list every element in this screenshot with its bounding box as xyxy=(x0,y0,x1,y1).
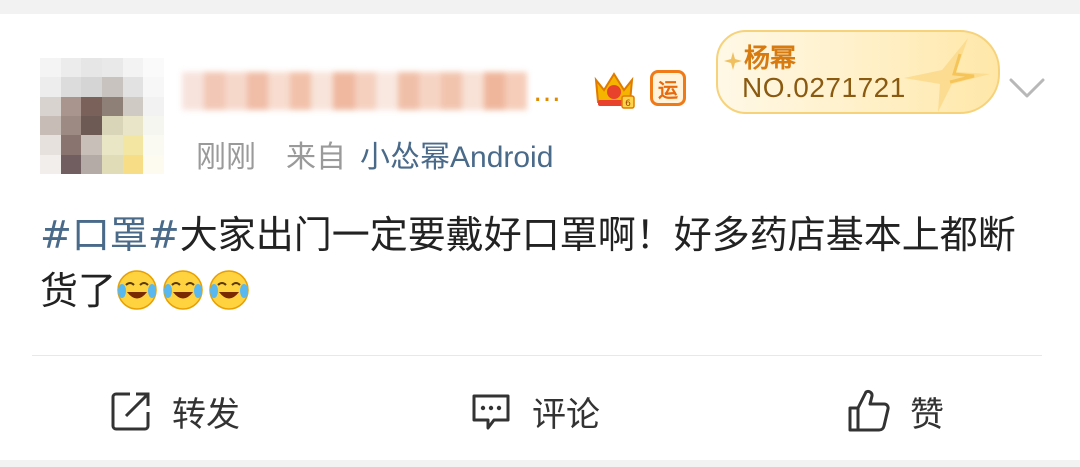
repost-button[interactable]: 转发 xyxy=(108,384,240,438)
star-icon xyxy=(904,38,990,112)
post-meta: 刚刚 来自 小怂幂Android xyxy=(196,132,553,176)
laugh-cry-emoji xyxy=(209,270,249,310)
post-body: #口罩#大家出门一定要戴好口罩啊！好多药店基本上都断货了 xyxy=(40,207,1050,319)
like-button[interactable]: 赞 xyxy=(846,384,944,438)
timestamp: 刚刚 xyxy=(196,140,256,175)
top-separator xyxy=(0,0,1080,14)
chevron-down-icon[interactable] xyxy=(1008,74,1046,102)
crown-icon[interactable]: 6 xyxy=(590,66,638,110)
username-redacted xyxy=(182,72,527,110)
bottom-separator xyxy=(0,460,1080,467)
source-prefix: 来自 xyxy=(286,140,346,175)
repost-icon xyxy=(111,392,150,431)
comment-label: 评论 xyxy=(532,394,600,435)
fan-badge-name: 杨幂 xyxy=(744,44,797,74)
repost-label: 转发 xyxy=(172,394,240,435)
topic-link[interactable]: #口罩# xyxy=(40,213,180,257)
comment-icon xyxy=(472,394,510,430)
avatar[interactable] xyxy=(40,58,164,174)
like-label: 赞 xyxy=(910,394,944,435)
laugh-cry-emoji xyxy=(163,270,203,310)
username[interactable]: … xyxy=(182,66,562,116)
fan-badge[interactable]: 杨幂 NO.0271721 xyxy=(716,30,1000,114)
svg-text:6: 6 xyxy=(625,99,631,109)
laugh-cry-emoji xyxy=(117,270,157,310)
sparkle-icon xyxy=(724,52,742,70)
fan-badge-number: NO.0271721 xyxy=(742,72,906,103)
source-link[interactable]: 小怂幂Android xyxy=(360,132,553,176)
comment-button[interactable]: 评论 xyxy=(468,384,600,438)
like-icon xyxy=(848,389,890,432)
yun-badge-icon[interactable]: 运 xyxy=(650,70,686,106)
divider xyxy=(32,355,1042,356)
username-ellipsis: … xyxy=(533,74,562,108)
